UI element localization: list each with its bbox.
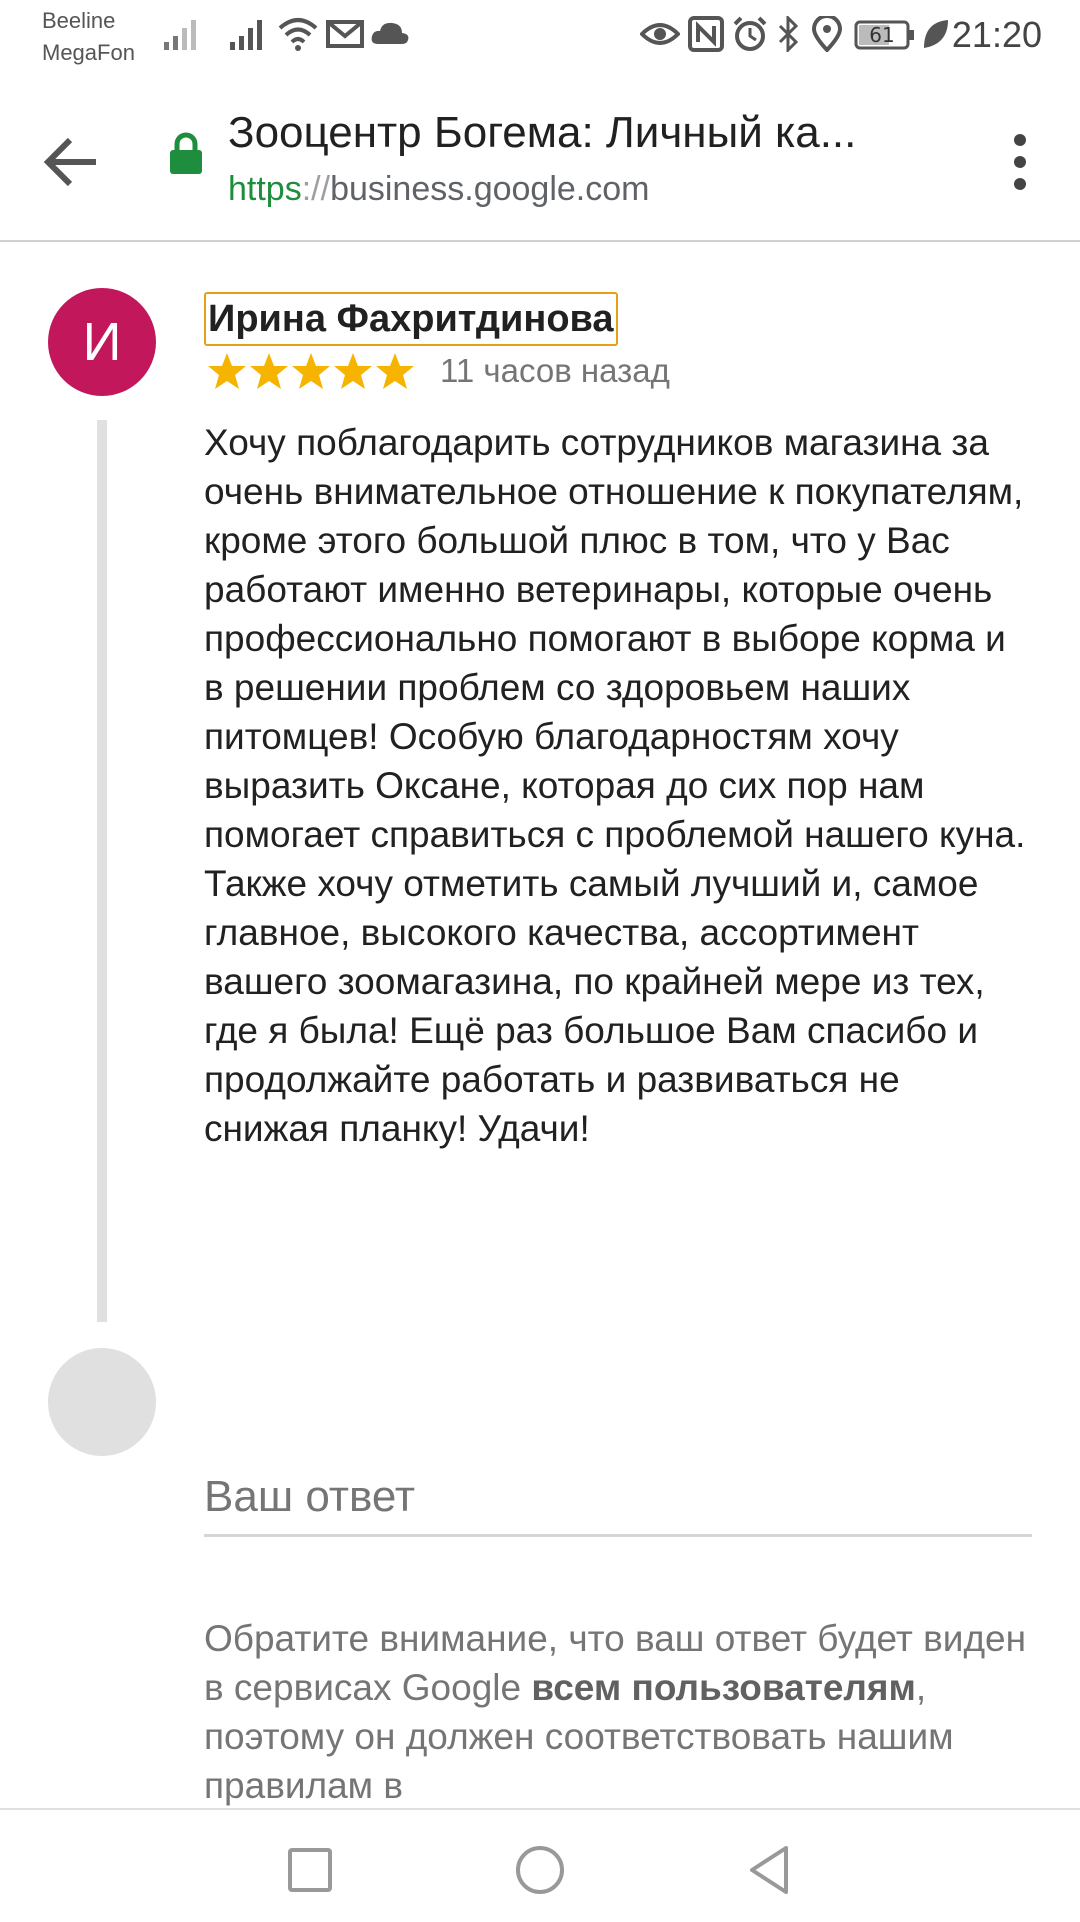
alarm-icon [733, 16, 767, 51]
page-title[interactable]: Зооцентр Богема: Личный ка... [228, 108, 928, 158]
page-url[interactable]: https://business.google.com [228, 170, 649, 209]
notice-bold-text: всем пользователям [531, 1667, 916, 1708]
star-icon [292, 353, 330, 389]
owner-avatar [48, 1348, 156, 1456]
home-circle-icon[interactable] [510, 1840, 570, 1900]
thread-line [97, 420, 107, 1322]
review-time: 11 часов назад [440, 352, 670, 389]
review-text: Хочу поблагодарить сотрудников магазина … [204, 422, 1026, 1149]
system-nav-bar [0, 1808, 1080, 1922]
location-icon [812, 16, 842, 52]
leaf-icon [924, 20, 948, 48]
star-icon [376, 353, 414, 389]
reply-input[interactable] [204, 1460, 1032, 1537]
reply-notice: Обратите внимание, что ваш ответ будет в… [204, 1614, 1034, 1810]
nfc-icon [688, 16, 724, 52]
star-rating [206, 350, 416, 394]
url-separator: :// [301, 170, 331, 208]
more-vert-icon[interactable] [988, 126, 1052, 198]
eye-icon [640, 23, 680, 45]
carrier-1: Beeline [42, 8, 116, 33]
wifi-icon [278, 18, 318, 51]
star-icon [334, 353, 372, 389]
back-triangle-icon[interactable] [740, 1840, 800, 1900]
bluetooth-icon [778, 16, 799, 52]
star-icon [208, 353, 246, 389]
mail-icon [326, 20, 364, 48]
signal-icon [164, 20, 196, 50]
svg-text:61: 61 [869, 23, 894, 47]
reviewer-name[interactable]: Ирина Фахритдинова [204, 292, 618, 346]
url-scheme: https [228, 170, 302, 208]
status-bar: Beeline MegaFon 61 21:20 [0, 0, 1080, 80]
status-clock: 21:20 [951, 14, 1042, 55]
battery-icon: 61 [854, 20, 914, 50]
url-host: business.google.com [330, 170, 650, 208]
lock-icon [170, 132, 202, 174]
cloud-icon [371, 22, 409, 44]
recents-square-icon[interactable] [280, 1840, 340, 1900]
signal-icon [230, 20, 262, 50]
reviewer-avatar: И [48, 288, 156, 396]
carrier-2: MegaFon [42, 40, 135, 65]
browser-toolbar: Зооцентр Богема: Личный ка... https://bu… [0, 80, 1080, 242]
back-arrow-icon[interactable] [36, 126, 108, 198]
star-icon [250, 353, 288, 389]
